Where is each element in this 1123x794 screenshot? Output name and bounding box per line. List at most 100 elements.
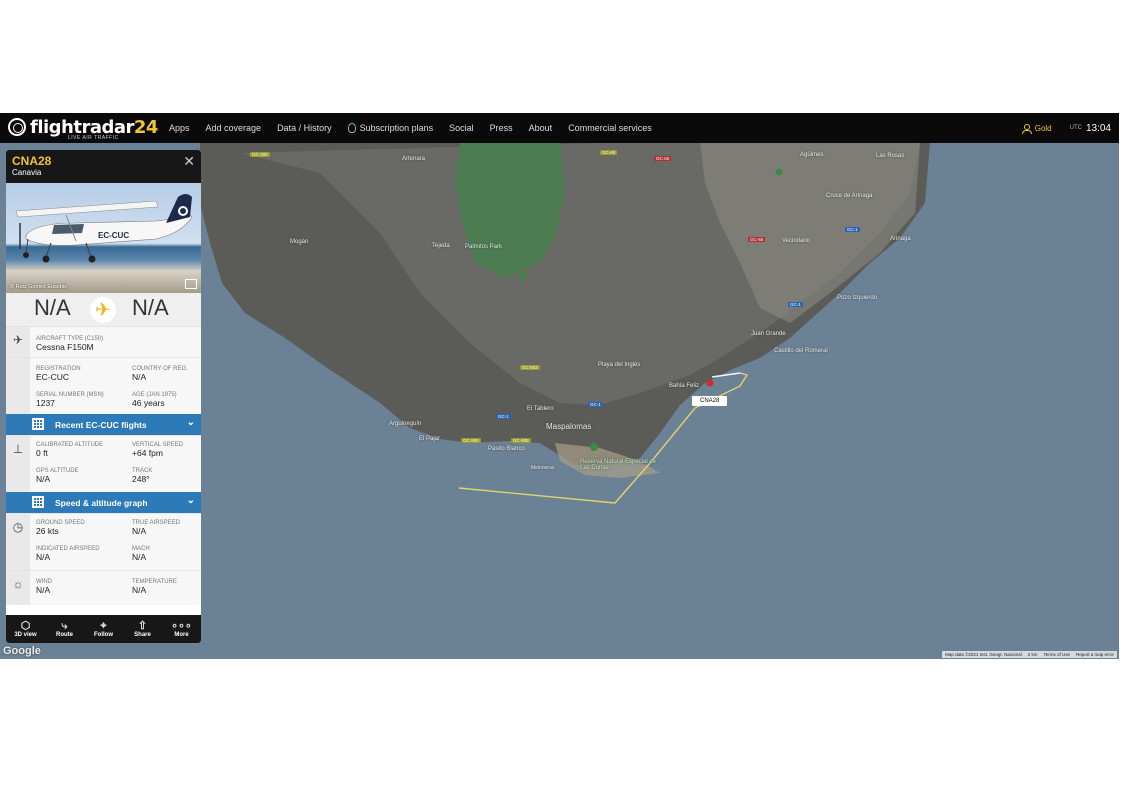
calibrated-altitude-value: 0 ft (36, 448, 48, 458)
aircraft-type-section: ✈ AIRCRAFT TYPE (C150) Cessna F150M (6, 326, 201, 357)
place-label: Juan Grande (751, 331, 786, 337)
place-label: Pozo Izquierdo (837, 295, 878, 301)
follow-label: Follow (94, 632, 113, 638)
road-badge: GC-65 (748, 237, 766, 242)
recent-flights-label: Recent EC-CUC flights (55, 420, 147, 430)
registration-section: REGISTRATION EC-CUC COUNTRY OF REG. N/A … (6, 357, 201, 414)
follow-button[interactable]: ⌖ Follow (84, 615, 123, 643)
terms-link[interactable]: Terms of Use (1043, 652, 1070, 657)
road-badge: GC-1 (588, 402, 603, 407)
place-label: Vecindario (782, 238, 811, 244)
more-button[interactable]: ∘∘∘ More (162, 615, 201, 643)
indicated-airspeed-value: N/A (36, 552, 51, 562)
wind-value: N/A (36, 585, 51, 595)
weather-icon: ☼ (6, 571, 30, 605)
route-label: Route (56, 632, 73, 638)
speed-altitude-graph-toggle[interactable]: Speed & altitude graph ⌄ (6, 492, 201, 513)
nav-data-history[interactable]: Data / History (277, 123, 332, 133)
lightbulb-icon (347, 123, 356, 133)
account-tier[interactable]: Gold (1035, 124, 1052, 133)
3d-view-label: 3D view (14, 632, 37, 638)
speedometer-icon: ◷ (6, 514, 30, 570)
graph-label: Speed & altitude graph (55, 498, 148, 508)
close-icon[interactable]: ✕ (183, 154, 195, 168)
place-label: Tejeda (432, 243, 450, 249)
place-label: Castillo del Romeral (774, 348, 828, 354)
recent-flights-toggle[interactable]: Recent EC-CUC flights ⌄ (6, 414, 201, 435)
nav-subscription-label: Subscription plans (359, 123, 434, 133)
altitude-icon: ⊥ (6, 436, 30, 492)
road-badge: GC-500 (461, 438, 481, 443)
route-summary: N/A ✈ N/A (6, 293, 201, 326)
share-label: Share (134, 632, 151, 638)
chevron-down-icon: ⌄ (186, 417, 195, 428)
road-badge: GC-60 (600, 150, 618, 155)
share-icon: ⇧ (137, 620, 148, 632)
aircraft-map-label[interactable]: CNA28 (692, 396, 728, 406)
place-label: Artenara (402, 156, 426, 162)
graph-icon (32, 496, 44, 508)
aircraft-type-value[interactable]: Cessna F150M (36, 342, 103, 352)
destination-code[interactable]: N/A (132, 295, 169, 321)
brand-tagline: LIVE AIR TRAFFIC (68, 135, 119, 141)
airline-name[interactable]: Canavia (12, 168, 41, 177)
road-badge: GC-1 (496, 414, 511, 419)
3d-view-button[interactable]: ⬡ 3D view (6, 615, 45, 643)
route-icon: ⤷ (61, 620, 68, 632)
nav-commercial-services[interactable]: Commercial services (568, 123, 652, 133)
registration-value[interactable]: EC-CUC (36, 372, 81, 382)
track-value: 248° (132, 474, 150, 484)
crosshair-icon: ⌖ (100, 620, 107, 632)
nav-apps[interactable]: Apps (169, 123, 190, 133)
place-label: Meloneras (531, 465, 555, 471)
speed-section: ◷ GROUND SPEED 26 kts TRUE AIRSPEED N/A … (6, 513, 201, 570)
more-label: More (174, 632, 189, 638)
temperature-value: N/A (132, 585, 147, 595)
place-label: Las Rosas (876, 153, 905, 159)
account-area: Gold UTC 13:04 (1021, 113, 1111, 143)
photo-registration: EC-CUC (98, 231, 130, 240)
road-badge: GC-65 (654, 156, 672, 161)
more-icon: ∘∘∘ (171, 620, 192, 632)
share-button[interactable]: ⇧ Share (123, 615, 162, 643)
map-data-credit: Map data ©2021 Inst. Geogr. Nacional (945, 652, 1022, 657)
nav-press[interactable]: Press (490, 123, 513, 133)
expand-photo-icon[interactable] (185, 279, 197, 289)
aircraft-photo[interactable]: EC-CUC © Ruiz Gomez Eusebio (6, 183, 201, 293)
report-error-link[interactable]: Report a map error (1076, 652, 1114, 657)
nav-subscription-plans[interactable]: Subscription plans (347, 123, 434, 133)
road-badge: GC-1 (788, 302, 803, 307)
map-scale: 2 km (1027, 652, 1038, 657)
radar-icon (8, 118, 26, 136)
place-label: Reserva Natural Especial de Las Dunas (580, 459, 657, 471)
cube-icon: ⬡ (20, 620, 31, 632)
brand-number: 24 (133, 117, 159, 138)
altitude-section: ⊥ CALIBRATED ALTITUDE 0 ft VERTICAL SPEE… (6, 435, 201, 492)
place-label: Bahía Feliz (669, 383, 700, 389)
origin-code[interactable]: N/A (34, 295, 71, 321)
serial-value: 1237 (36, 398, 55, 408)
country-value: N/A (132, 372, 147, 382)
place-label: El Tablero (527, 406, 554, 412)
place-label: Arguineguín (389, 421, 422, 427)
photo-credit[interactable]: © Ruiz Gomez Eusebio (10, 284, 67, 290)
nav-about[interactable]: About (529, 123, 553, 133)
flightradar24-logo[interactable]: flightradar24 LIVE AIR TRAFFIC (8, 116, 158, 141)
flight-callsign: CNA28 (12, 154, 52, 168)
panel-header: CNA28 Canavia ✕ (6, 150, 201, 183)
user-icon[interactable] (1021, 123, 1032, 134)
route-button[interactable]: ⤷ Route (45, 615, 84, 643)
calendar-icon (32, 418, 44, 430)
vertical-speed-value: +64 fpm (132, 448, 163, 458)
utc-clock: 13:04 (1085, 122, 1111, 134)
road-badge: GC-1 (845, 227, 860, 232)
place-label: Mogán (290, 239, 309, 245)
place-label: Agüimes (800, 152, 824, 158)
nav-social[interactable]: Social (449, 123, 474, 133)
road-badge: GC-200 (250, 152, 270, 157)
map-attribution: Map data ©2021 Inst. Geogr. Nacional 2 k… (942, 651, 1117, 658)
panel-toolbar: ⬡ 3D view ⤷ Route ⌖ Follow ⇧ Share ∘∘∘ More (6, 615, 201, 643)
place-label: El Pajar (419, 436, 441, 442)
nav-add-coverage[interactable]: Add coverage (206, 123, 262, 133)
place-label: Cruce de Arinaga (826, 193, 873, 199)
